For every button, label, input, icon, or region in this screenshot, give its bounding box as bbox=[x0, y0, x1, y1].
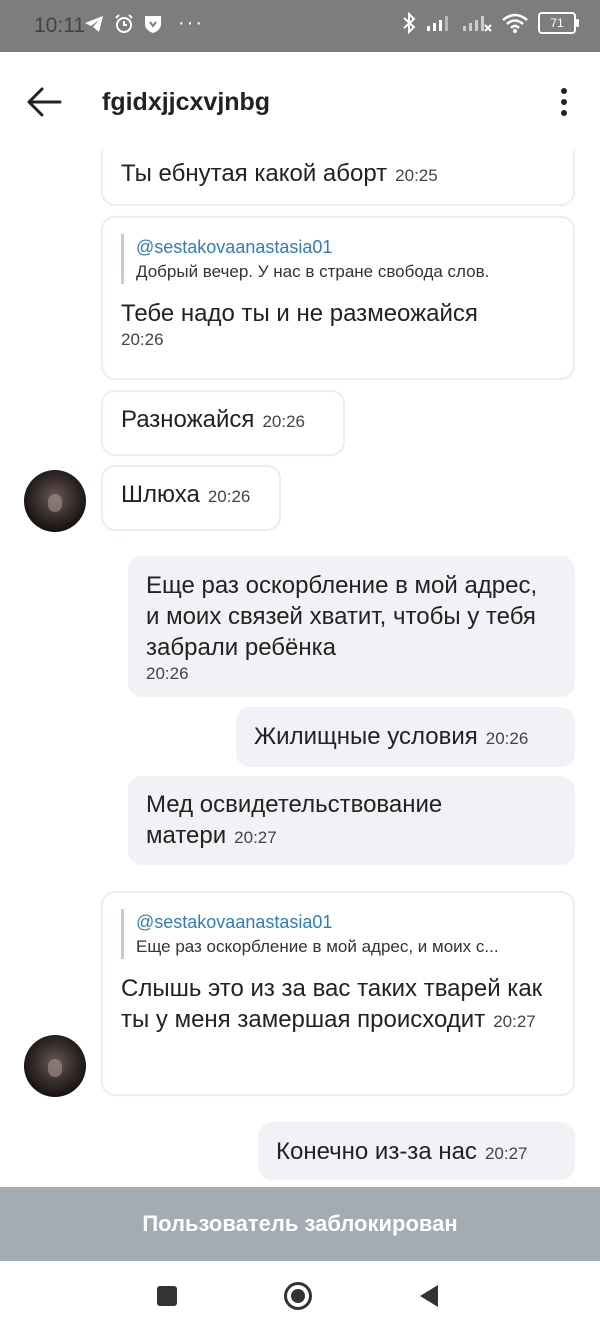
message-text: Жилищные условия bbox=[254, 723, 478, 750]
battery-level: 71 bbox=[550, 16, 564, 30]
message-bubble[interactable]: Конечно из-за нас 20:27 bbox=[258, 1122, 575, 1180]
more-vertical-icon[interactable] bbox=[550, 86, 578, 118]
square-recents-icon[interactable] bbox=[152, 1281, 182, 1311]
message-time: 20:27 bbox=[234, 828, 277, 847]
alarm-icon bbox=[115, 13, 133, 33]
message-text: Мед освидетельствование матери bbox=[146, 791, 443, 849]
system-nav-bar bbox=[0, 1261, 600, 1332]
message-bubble[interactable]: Мед освидетельствование матери 20:27 bbox=[128, 776, 575, 865]
circle-home-icon[interactable] bbox=[283, 1281, 313, 1311]
message-text: Конечно из-за нас bbox=[276, 1138, 477, 1165]
message-time: 20:26 bbox=[121, 330, 164, 349]
triangle-back-icon[interactable] bbox=[414, 1281, 444, 1311]
reply-text: Добрый вечер. У нас в стране свобода сло… bbox=[136, 262, 490, 281]
reply-quote[interactable]: @sestakovaanastasia01 Еще раз оскорблени… bbox=[121, 909, 555, 959]
chat-title[interactable]: fgidxjjcxvjnbg bbox=[102, 88, 270, 117]
chat-header: fgidxjjcxvjnbg bbox=[0, 52, 600, 151]
message-time: 20:26 bbox=[207, 487, 251, 506]
message-text: Ты ебнутая какой аборт bbox=[121, 160, 388, 187]
message-bubble[interactable]: @sestakovaanastasia01 Добрый вечер. У на… bbox=[101, 216, 575, 380]
blocked-label: Пользователь заблокирован bbox=[142, 1211, 458, 1236]
vk-shield-icon bbox=[145, 15, 161, 33]
message-time: 20:26 bbox=[262, 412, 305, 431]
reply-text: Еще раз оскорбление в мой адрес, и моих … bbox=[136, 937, 499, 956]
avatar[interactable] bbox=[24, 1035, 86, 1097]
signal-2-icon bbox=[463, 16, 492, 32]
status-bar: 10:11 ··· 71 bbox=[0, 0, 600, 52]
avatar[interactable] bbox=[24, 470, 86, 532]
message-time: 20:26 bbox=[485, 729, 529, 748]
message-time: 20:26 bbox=[146, 664, 189, 683]
reply-quote[interactable]: @sestakovaanastasia01 Добрый вечер. У на… bbox=[121, 234, 555, 284]
message-bubble[interactable]: Жилищные условия 20:26 bbox=[236, 707, 575, 767]
message-text: Слышь это из за вас таких тварей как ты … bbox=[121, 975, 543, 1033]
more-notifications: ··· bbox=[178, 12, 204, 34]
message-time: 20:25 bbox=[395, 166, 438, 185]
message-text: Разножайся bbox=[121, 406, 255, 433]
reply-author[interactable]: @sestakovaanastasia01 bbox=[136, 909, 555, 935]
reply-author[interactable]: @sestakovaanastasia01 bbox=[136, 234, 555, 260]
message-bubble[interactable]: @sestakovaanastasia01 Еще раз оскорблени… bbox=[101, 891, 575, 1096]
message-text: Тебе надо ты и не размеожайся bbox=[121, 300, 478, 327]
message-text: Шлюха bbox=[121, 481, 200, 508]
telegram-icon bbox=[85, 15, 103, 32]
signal-icon bbox=[427, 16, 448, 31]
wifi-icon bbox=[502, 13, 528, 33]
message-list[interactable]: Ты ебнутая какой аборт 20:25 @sestakovaan… bbox=[0, 150, 600, 1187]
arrow-left-icon[interactable] bbox=[24, 84, 64, 120]
battery-icon: 71 bbox=[538, 12, 579, 34]
message-bubble[interactable]: Еще раз оскорбление в мой адрес, и моих … bbox=[128, 556, 575, 697]
status-time: 10:11 bbox=[34, 14, 85, 37]
message-text: Еще раз оскорбление в мой адрес, и моих … bbox=[146, 572, 538, 661]
message-time: 20:27 bbox=[484, 1144, 528, 1163]
message-bubble[interactable]: Шлюха 20:26 bbox=[101, 465, 281, 531]
blocked-banner: Пользователь заблокирован bbox=[0, 1187, 600, 1261]
message-bubble[interactable]: Ты ебнутая какой аборт 20:25 bbox=[101, 150, 575, 206]
bluetooth-icon bbox=[403, 12, 416, 34]
message-time: 20:27 bbox=[493, 1012, 536, 1031]
message-bubble[interactable]: Разножайся 20:26 bbox=[101, 390, 345, 456]
